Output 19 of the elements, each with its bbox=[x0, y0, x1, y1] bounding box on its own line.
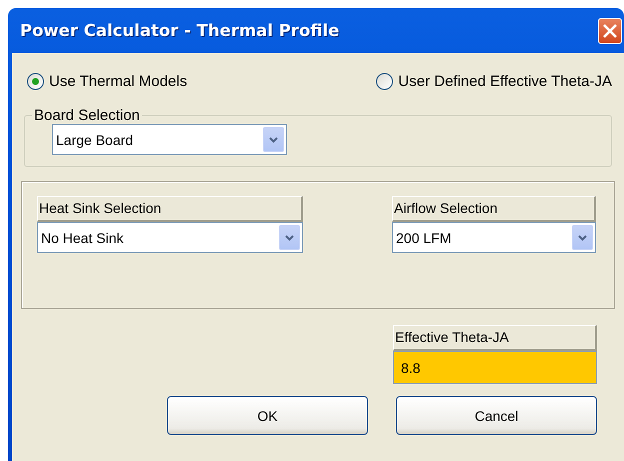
radio-label[interactable]: Use Thermal Models bbox=[49, 72, 188, 90]
chevron-down-icon[interactable] bbox=[279, 225, 300, 250]
dialog-button[interactable]: Cancel bbox=[396, 396, 597, 435]
radio-button[interactable] bbox=[376, 72, 394, 90]
radio-label[interactable]: User Defined Effective Theta-JA bbox=[398, 72, 612, 90]
group-label: Board Selection bbox=[33, 107, 141, 124]
chevron-down-icon[interactable] bbox=[572, 225, 593, 250]
column-header: Airflow Selection bbox=[392, 196, 596, 222]
column-header: Heat Sink Selection bbox=[37, 196, 303, 222]
chevron-down-icon[interactable] bbox=[263, 127, 284, 152]
close-icon[interactable] bbox=[598, 18, 622, 44]
dropdown[interactable]: Large Board bbox=[52, 124, 287, 155]
dropdown[interactable]: 200 LFM bbox=[392, 222, 596, 253]
dropdown[interactable]: No Heat Sink bbox=[37, 222, 303, 253]
result-field: 8.8 bbox=[393, 351, 597, 384]
dialog-button[interactable]: OK bbox=[167, 396, 368, 435]
column-header: Effective Theta-JA bbox=[393, 325, 597, 351]
radio-button[interactable] bbox=[27, 72, 44, 90]
window-title: Power Calculator - Thermal Profile bbox=[20, 21, 340, 40]
